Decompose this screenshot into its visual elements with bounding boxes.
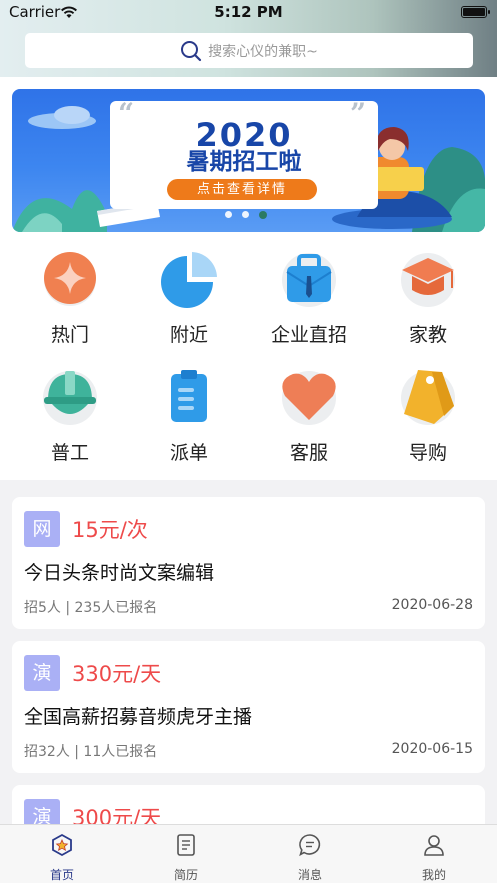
category-tutor[interactable]: 家教 (366, 248, 490, 358)
heart-icon (282, 371, 336, 425)
job-type-badge: 网 (24, 511, 60, 547)
carousel-dot[interactable] (242, 211, 249, 218)
job-title: 全国高薪招募音频虎牙主播 (24, 706, 253, 728)
tab-bar: 首页 简历 消息 我的 (0, 824, 497, 883)
category-label: 附近 (169, 324, 208, 346)
banner-detail-button[interactable]: 点击查看详情 (167, 179, 317, 200)
home-star-icon (52, 833, 72, 857)
hot-icon (44, 252, 96, 306)
job-price: 15元/次 (72, 518, 148, 542)
carousel-dot-active[interactable] (259, 211, 267, 219)
category-customer-service[interactable]: 客服 (247, 366, 371, 476)
carousel-indicator[interactable] (225, 211, 267, 219)
job-type-badge: 演 (24, 655, 60, 691)
category-nearby[interactable]: 附近 (127, 248, 251, 358)
price-tag-icon (401, 370, 455, 425)
tab-label: 我的 (421, 868, 446, 882)
tab-label: 首页 (49, 868, 74, 882)
category-label: 企业直招 (270, 324, 347, 346)
category-label: 导购 (408, 442, 447, 464)
graduation-cap-icon (401, 253, 455, 307)
job-date: 2020-06-15 (391, 741, 473, 757)
clock: 5:12 PM (214, 3, 283, 21)
tab-messages[interactable]: 消息 (248, 825, 372, 883)
category-direct-hire[interactable]: 企业直招 (247, 248, 371, 358)
banner-subtitle: 暑期招工啦 (186, 149, 302, 175)
promo-banner[interactable]: “ ” 2020 暑期招工啦 点击查看详情 (12, 89, 485, 232)
job-meta: 招5人 | 235人已报名 (24, 600, 158, 616)
status-bar: Carrier 5:12 PM (0, 0, 497, 26)
carousel-dot[interactable] (225, 211, 232, 218)
job-card[interactable]: 网 15元/次 今日头条时尚文案编辑 招5人 | 235人已报名 2020-06… (12, 497, 485, 629)
header: Carrier 5:12 PM 搜索心仪的兼职~ (0, 0, 497, 77)
job-meta: 招32人 | 11人已报名 (24, 744, 158, 760)
tab-home[interactable]: 首页 (0, 825, 124, 883)
job-date: 2020-06-28 (391, 597, 473, 613)
hard-hat-icon (43, 371, 97, 425)
search-placeholder: 搜索心仪的兼职~ (208, 43, 318, 60)
category-dispatch[interactable]: 派单 (127, 366, 251, 476)
briefcase-icon (282, 253, 336, 307)
tab-label: 消息 (297, 868, 322, 882)
tab-profile[interactable]: 我的 (372, 825, 496, 883)
category-label: 热门 (50, 324, 89, 346)
message-icon (299, 834, 321, 857)
job-title: 今日头条时尚文案编辑 (24, 562, 215, 584)
category-label: 家教 (408, 324, 447, 346)
tab-resume[interactable]: 简历 (124, 825, 248, 883)
category-shopping-guide[interactable]: 导购 (366, 366, 490, 476)
job-card[interactable]: 演 330元/天 全国高薪招募音频虎牙主播 招32人 | 11人已报名 2020… (12, 641, 485, 773)
tab-label: 简历 (173, 868, 198, 882)
category-hot[interactable]: 热门 (8, 248, 132, 358)
job-price: 330元/天 (72, 662, 162, 686)
battery-icon (461, 6, 490, 18)
profile-icon (424, 835, 444, 856)
search-bar[interactable]: 搜索心仪的兼职~ (25, 33, 473, 68)
resume-icon (177, 834, 195, 856)
category-general-labor[interactable]: 普工 (8, 366, 132, 476)
category-label: 普工 (50, 442, 89, 464)
category-label: 派单 (169, 442, 208, 464)
pie-chart-icon (161, 252, 217, 308)
clipboard-icon (171, 370, 207, 422)
category-label: 客服 (289, 442, 328, 464)
search-icon (181, 40, 202, 61)
